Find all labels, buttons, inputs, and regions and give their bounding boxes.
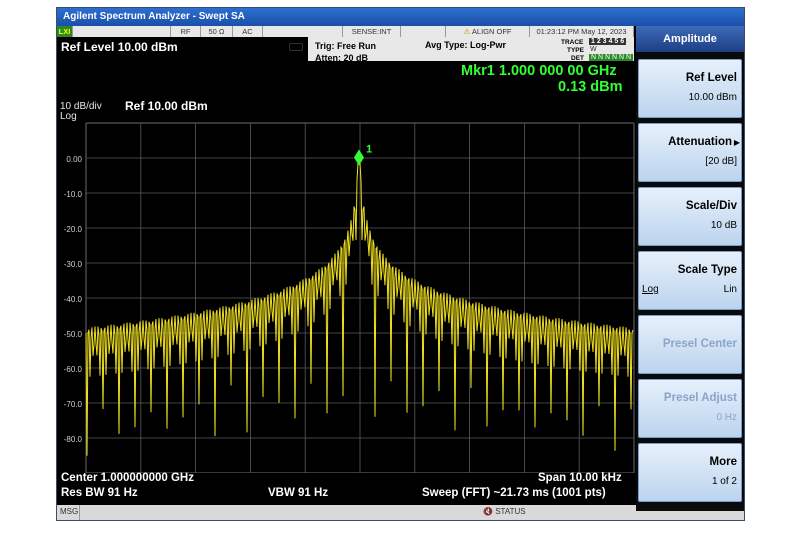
pno-text: PNO: Close [237, 44, 282, 53]
softkey-label: Ref Level [685, 72, 737, 84]
marker-diamond-icon [354, 149, 364, 166]
trace-numbers: 1 2 3 4 5 6 [589, 38, 627, 45]
msg-divider [79, 505, 80, 520]
softkey-attenuation[interactable]: Attenuation ▶ [20 dB] [638, 123, 742, 182]
pno-toggle-icon [289, 43, 303, 51]
softkey-label: Scale/Div [685, 200, 737, 212]
spectrum-plot: 0.00 -10.0 -20.0 -30.0 -40.0 -50.0 -60.0 -70.0 -… [64, 122, 635, 473]
status-rf: RF [171, 26, 201, 37]
y-tick-label: -10.0 [64, 190, 83, 199]
span: Span 10.00 kHz [538, 472, 622, 484]
trace-table: TRACE 1 2 3 4 5 6 TYPE W DET N N N N N N [535, 37, 634, 62]
softkey-label: Presel Adjust [663, 392, 737, 404]
type-values: W [590, 46, 597, 53]
y-tick-label: -70.0 [64, 400, 83, 409]
spectrum-trace [85, 157, 634, 456]
softkey-label: More [709, 456, 737, 468]
scale-type-log-option: Log [642, 284, 659, 295]
sweep-info: Sweep (FFT) ~21.73 ms (1001 pts) [422, 487, 606, 499]
status-blank-1 [73, 26, 171, 37]
y-tick-label: -80.0 [64, 435, 83, 444]
atten-text: Atten: 20 dB [315, 53, 369, 63]
status-blank-3 [401, 26, 446, 37]
marker-frequency: Mkr1 1.000 000 00 GHz [461, 63, 617, 79]
marker-amplitude: 0.13 dBm [558, 79, 623, 95]
y-tick-label: -30.0 [64, 260, 83, 269]
res-bw: Res BW 91 Hz [61, 487, 138, 499]
scale-type-lin-option: Lin [723, 284, 737, 295]
softkey-label: Attenuation [668, 136, 732, 148]
status-blank-2 [263, 26, 343, 37]
softkey-scale-div[interactable]: Scale/Div 10 dB [638, 187, 742, 246]
status-button-label: STATUS [495, 507, 526, 516]
msg-label: MSG [60, 507, 79, 516]
status-align-label: ALIGN OFF [471, 27, 512, 36]
arrow-right-icon: ▶ [733, 138, 740, 147]
ref-label: Ref 10.00 dBm [125, 99, 208, 113]
lxi-logo: LXI [57, 26, 73, 37]
ifgain-text: IFGain:Auto [237, 54, 283, 63]
softkey-value: 1 of 2 [711, 476, 737, 487]
softkey-value: 10.00 dBm [688, 92, 737, 103]
status-impedance: 50 Ω [201, 26, 233, 37]
softkey-value: 0 Hz [716, 412, 737, 423]
analyzer-window: Agilent Spectrum Analyzer - Swept SA LXI… [56, 7, 745, 521]
softkey-label: Presel Center [662, 338, 737, 350]
softkey-presel-center[interactable]: Presel Center [638, 315, 742, 374]
softkey-more[interactable]: More 1 of 2 [638, 443, 742, 502]
marker-number: 1 [366, 144, 372, 156]
softkey-value: [20 dB] [705, 156, 737, 167]
y-tick-label: -50.0 [64, 330, 83, 339]
y-tick-label: 0.00 [66, 155, 82, 164]
speaker-muted-icon: 🔇 [483, 507, 493, 516]
softkey-scale-type[interactable]: Scale Type Log Lin [638, 251, 742, 310]
vbw: VBW 91 Hz [268, 487, 329, 499]
softkey-label: Scale Type [677, 264, 737, 276]
status-datetime: 01:23:12 PM May 12, 2023 [530, 26, 634, 37]
window-title: Agilent Spectrum Analyzer - Swept SA [57, 8, 744, 26]
det-values: N N N N N N [589, 54, 634, 61]
softkey-ref-level[interactable]: Ref Level 10.00 dBm [638, 59, 742, 118]
type-label: TYPE [567, 47, 584, 54]
center-freq: Center 1.000000000 GHz [61, 472, 194, 484]
ref-level-text: Ref Level 10.00 dBm [61, 40, 178, 54]
trig-text: Trig: Free Run [315, 41, 377, 51]
softkey-value: 10 dB [710, 220, 737, 231]
status-coupling: AC [233, 26, 263, 37]
softkey-panel: Amplitude Ref Level 10.00 dBm Attenuatio… [636, 26, 744, 511]
avg-type-text: Avg Type: Log-Pwr [425, 40, 506, 50]
det-label: DET [571, 55, 584, 62]
y-tick-label: -20.0 [64, 225, 83, 234]
warning-icon: ⚠ [463, 27, 471, 36]
y-tick-label: -60.0 [64, 365, 83, 374]
trace-label: TRACE [561, 39, 584, 46]
status-button[interactable]: 🔇 STATUS [483, 507, 526, 516]
menu-title: Amplitude [636, 26, 744, 52]
y-tick-label: -40.0 [64, 295, 83, 304]
status-sense: SENSE:INT [343, 26, 401, 37]
softkey-presel-adjust[interactable]: Presel Adjust 0 Hz [638, 379, 742, 438]
status-align: ⚠ ALIGN OFF [446, 26, 530, 37]
